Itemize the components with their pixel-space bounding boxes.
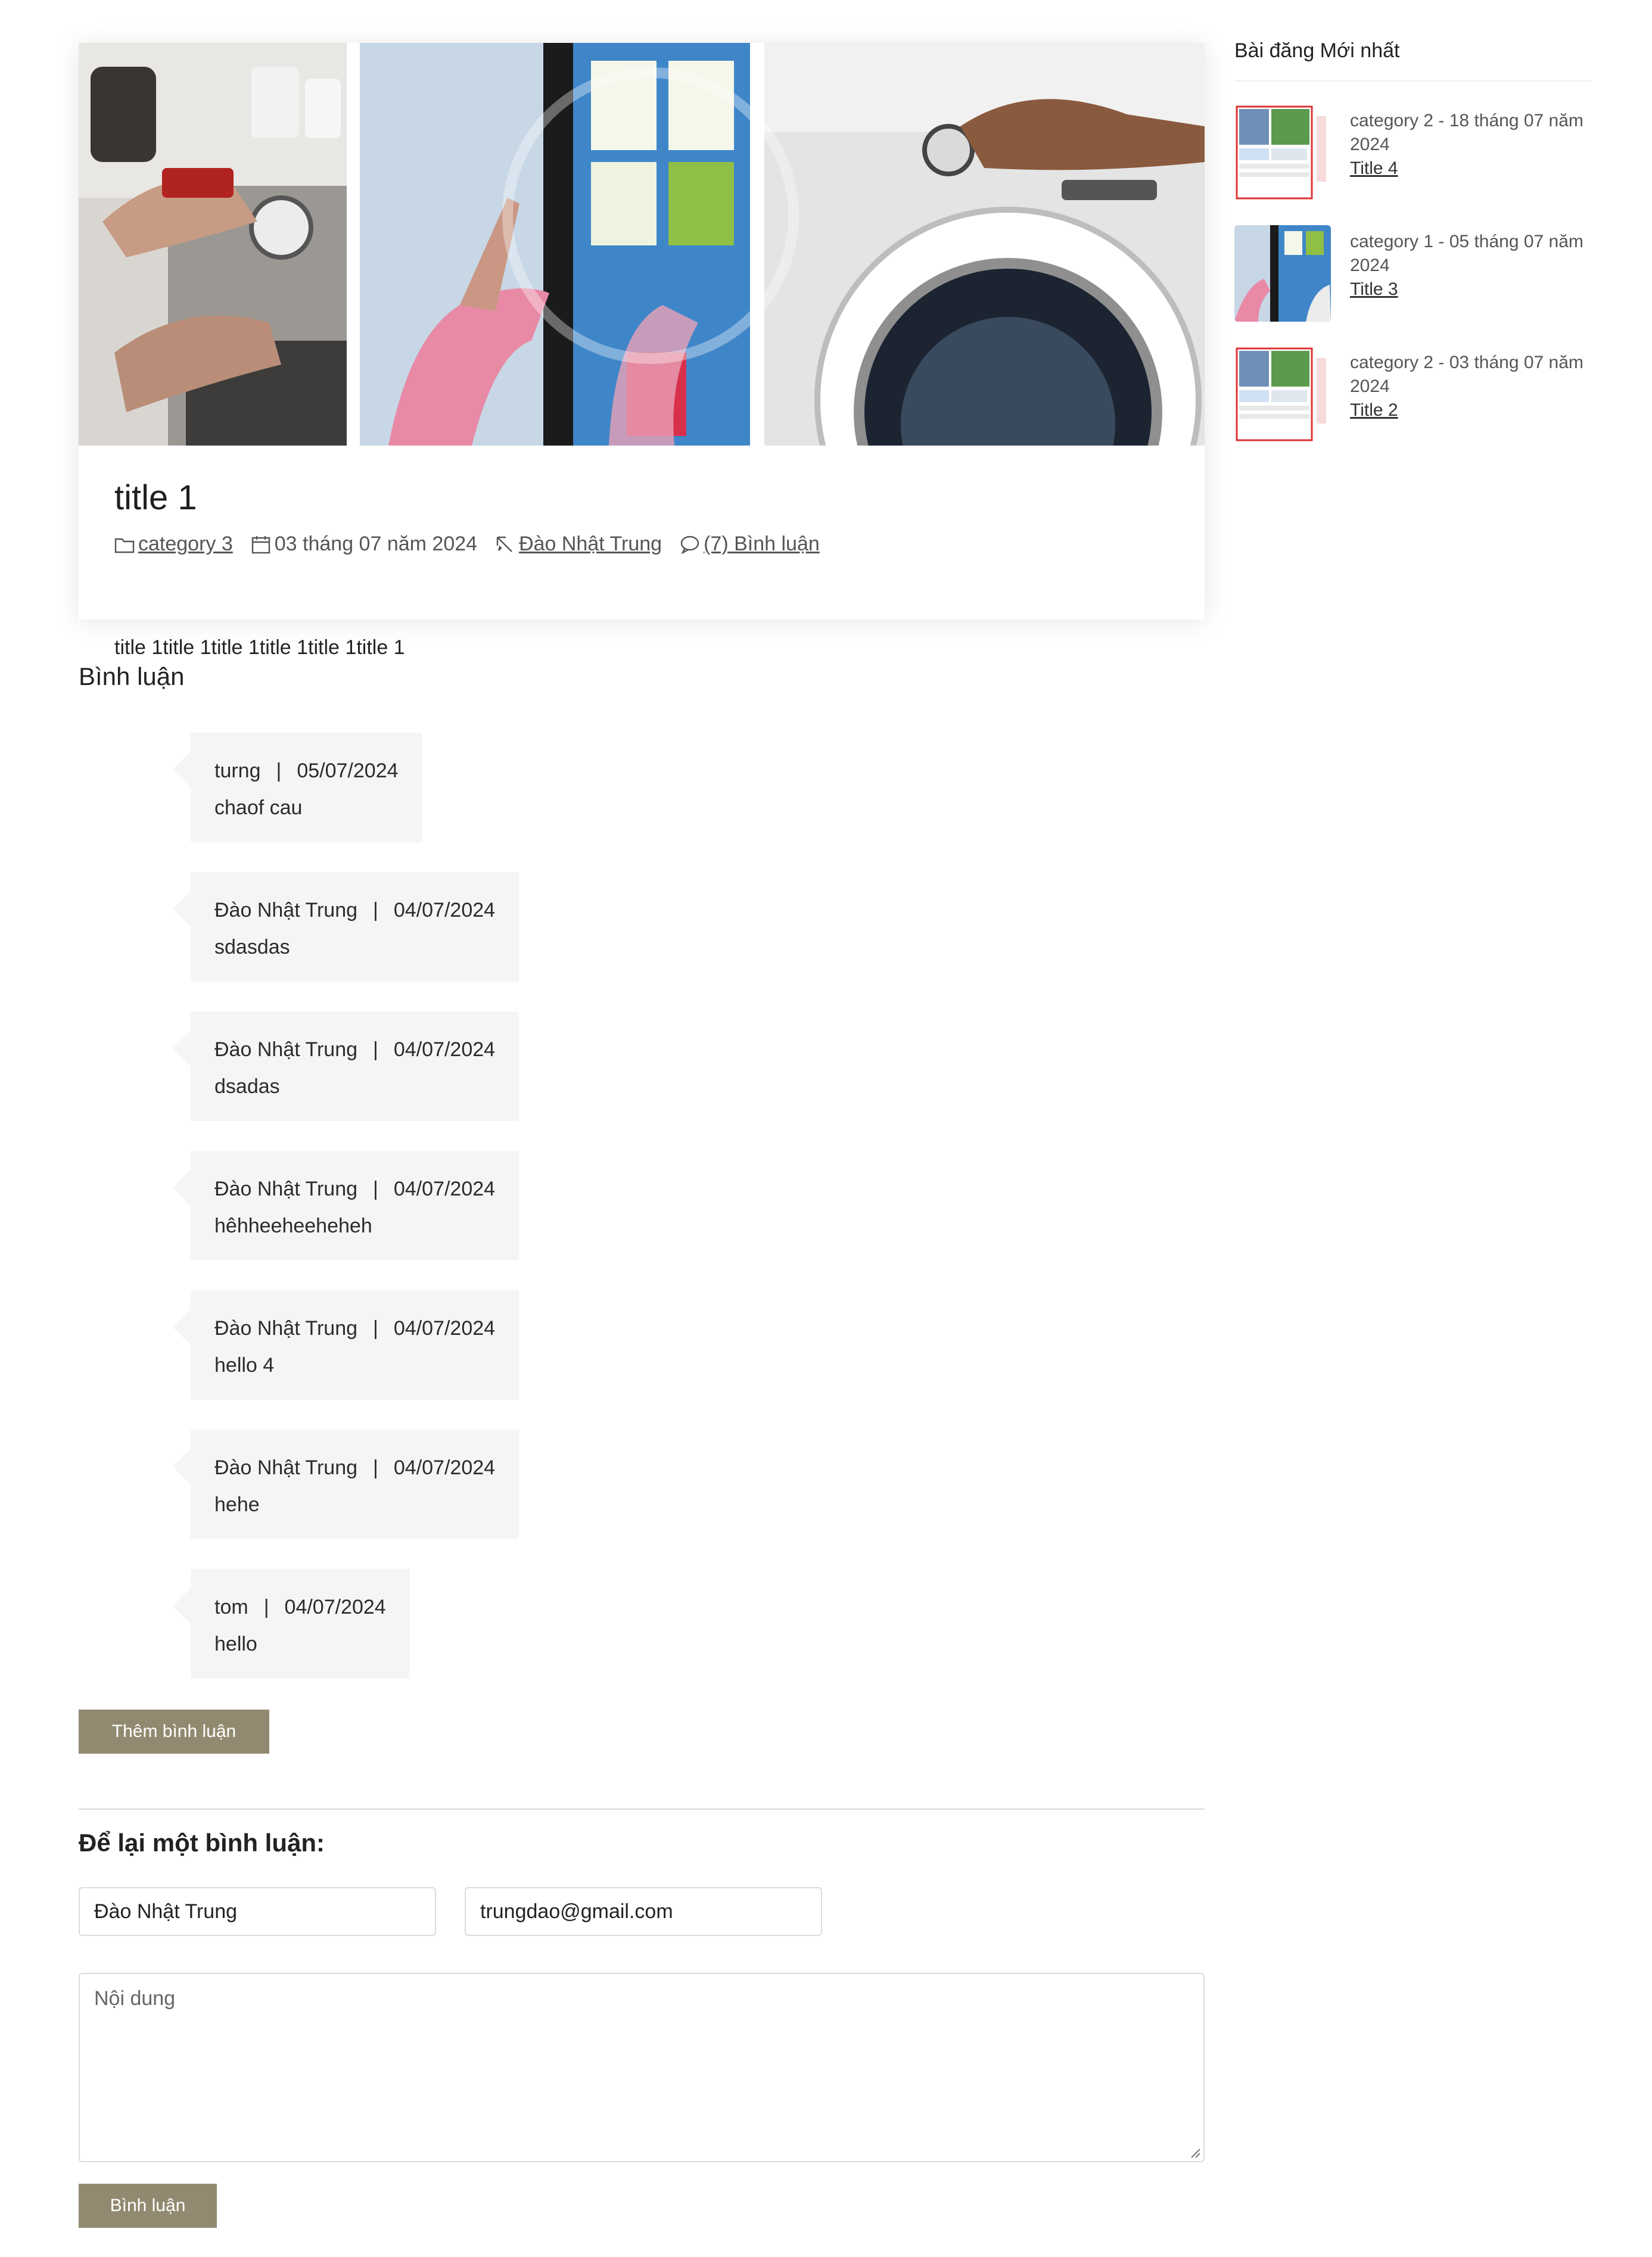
comment-item: turng | 05/07/2024 chaof cau xyxy=(173,733,422,842)
recent-post-title[interactable]: Title 3 xyxy=(1350,278,1588,301)
comment-date: 04/07/2024 xyxy=(393,1456,496,1479)
comment-date: 04/07/2024 xyxy=(393,899,496,922)
comment-bubble-icon xyxy=(680,536,699,554)
recent-post-category-date: category 2 - 18 tháng 07 năm 2024 xyxy=(1350,111,1583,154)
comment-author: Đào Nhật Trung xyxy=(214,1317,358,1340)
recent-post-meta: category 2 - 03 tháng 07 năm 2024 Title … xyxy=(1350,351,1588,422)
comment-text: sdasdas xyxy=(214,936,290,958)
comment-text: hello 4 xyxy=(214,1354,275,1377)
post-category[interactable]: category 3 xyxy=(114,533,233,556)
recent-post-item[interactable]: category 2 - 03 tháng 07 năm 2024 Title … xyxy=(1234,346,1592,447)
comment-separator: | xyxy=(373,1178,378,1200)
comment-separator: | xyxy=(373,1317,378,1340)
comment-text: hehe xyxy=(214,1493,260,1516)
comment-author: Đào Nhật Trung xyxy=(214,899,358,922)
post-excerpt: title 1title 1title 1title 1title 1title… xyxy=(114,636,405,659)
sidebar: Bài đăng Mới nhất category 2 - 18 tháng … xyxy=(1234,36,1592,443)
calendar-icon xyxy=(251,536,270,553)
post-date-text: 03 tháng 07 năm 2024 xyxy=(274,533,478,555)
comment-text: hêhheeheeheheh xyxy=(214,1215,372,1237)
comment-item: Đào Nhật Trung | 04/07/2024 hello 4 xyxy=(172,1290,519,1400)
comment-date: 05/07/2024 xyxy=(297,759,399,782)
section-divider xyxy=(79,1808,1205,1810)
name-field[interactable] xyxy=(79,1887,436,1936)
comments-heading: Bình luận xyxy=(79,662,185,690)
add-comment-button[interactable]: Thêm bình luận xyxy=(79,1710,269,1754)
post-meta: category 3 03 tháng 07 năm 2024 Đào Nhật… xyxy=(114,533,838,556)
comment-date: 04/07/2024 xyxy=(393,1178,496,1200)
comment-author: tom xyxy=(214,1596,248,1618)
comment-author: Đào Nhật Trung xyxy=(214,1038,358,1061)
comment-separator: | xyxy=(373,1456,378,1479)
submit-comment-button[interactable]: Bình luận xyxy=(79,2184,217,2228)
comment-item: Đào Nhật Trung | 04/07/2024 hehe xyxy=(172,1430,519,1539)
leave-comment-heading: Để lại một bình luận: xyxy=(79,1829,325,1857)
recent-post-meta: category 1 - 05 tháng 07 năm 2024 Title … xyxy=(1350,230,1588,301)
post-hero-image xyxy=(79,43,1205,446)
comment-separator: | xyxy=(276,759,282,782)
post-date: 03 tháng 07 năm 2024 xyxy=(251,533,477,556)
comment-content-field[interactable] xyxy=(79,1973,1205,2162)
recent-post-item[interactable]: category 1 - 05 tháng 07 năm 2024 Title … xyxy=(1234,225,1592,326)
comment-date: 04/07/2024 xyxy=(393,1317,496,1340)
recent-post-thumbnail[interactable] xyxy=(1234,104,1331,201)
post-author-link[interactable]: Đào Nhật Trung xyxy=(519,533,662,556)
comment-separator: | xyxy=(373,1038,378,1061)
post-category-link[interactable]: category 3 xyxy=(138,533,233,556)
comment-author: Đào Nhật Trung xyxy=(214,1178,358,1200)
email-field[interactable] xyxy=(465,1887,822,1936)
folder-icon xyxy=(114,538,135,553)
sidebar-heading: Bài đăng Mới nhất xyxy=(1234,36,1592,82)
recent-post-thumbnail[interactable] xyxy=(1234,346,1331,443)
post-title: title 1 xyxy=(114,478,197,517)
post-comments-link[interactable]: (7) Bình luận xyxy=(704,533,820,556)
comment-text: dsadas xyxy=(214,1075,280,1098)
resize-grip-icon[interactable] xyxy=(1189,2147,1201,2159)
recent-post-category-date: category 1 - 05 tháng 07 năm 2024 xyxy=(1350,232,1583,275)
post-comments-count[interactable]: (7) Bình luận xyxy=(680,533,820,556)
comment-separator: | xyxy=(373,899,378,922)
comment-text: hello xyxy=(214,1633,257,1655)
recent-post-item[interactable]: category 2 - 18 tháng 07 năm 2024 Title … xyxy=(1234,104,1592,206)
recent-post-meta: category 2 - 18 tháng 07 năm 2024 Title … xyxy=(1350,109,1588,180)
comment-separator: | xyxy=(263,1596,269,1618)
recent-post-title[interactable]: Title 2 xyxy=(1350,399,1588,422)
comment-text: chaof cau xyxy=(214,796,303,819)
recent-post-thumbnail[interactable] xyxy=(1234,225,1331,322)
comment-author: turng xyxy=(214,759,261,782)
comment-item: Đào Nhật Trung | 04/07/2024 dsadas xyxy=(172,1011,519,1121)
comment-date: 04/07/2024 xyxy=(284,1596,386,1618)
comment-item: tom | 04/07/2024 hello xyxy=(173,1569,410,1679)
recent-post-category-date: category 2 - 03 tháng 07 năm 2024 xyxy=(1350,353,1583,396)
comment-item: Đào Nhật Trung | 04/07/2024 sdasdas xyxy=(172,872,519,982)
comment-author: Đào Nhật Trung xyxy=(214,1456,358,1479)
post-card: title 1 category 3 03 tháng 07 năm 2024 … xyxy=(79,43,1205,659)
comment-date: 04/07/2024 xyxy=(393,1038,496,1061)
post-author[interactable]: Đào Nhật Trung xyxy=(495,533,662,556)
recent-post-title[interactable]: Title 4 xyxy=(1350,157,1588,180)
comment-item: Đào Nhật Trung | 04/07/2024 hêhheeheeheheh xyxy=(172,1151,519,1260)
pen-icon xyxy=(496,536,512,552)
